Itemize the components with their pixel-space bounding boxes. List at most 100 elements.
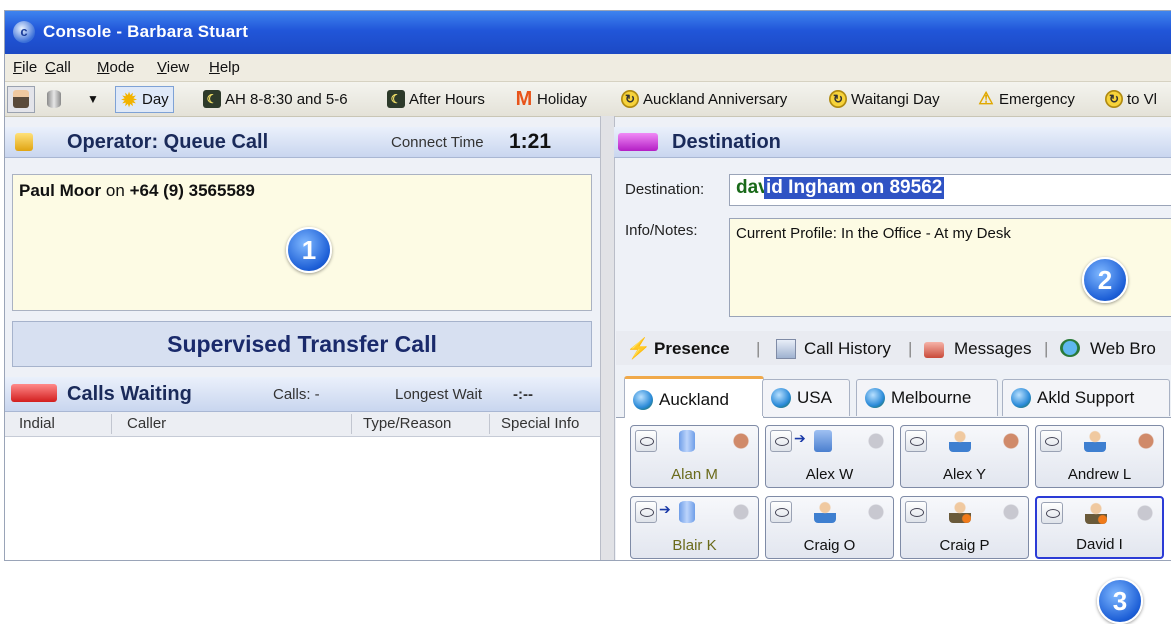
mode-auckland-anniversary-label: Auckland Anniversary [643,90,788,108]
chevron-down-icon: ▼ [87,92,99,106]
destination-title: Destination [672,131,781,153]
callout-badge-1: 1 [286,227,332,273]
presence-icon: ⚡ [626,338,651,360]
calls-waiting-header: Calls Waiting Calls: - Longest Wait -:-- [5,377,600,412]
tab-web-browser[interactable]: Web Bro [1090,339,1156,359]
tab-call-history[interactable]: Call History [804,339,891,359]
col-divider [351,414,352,434]
title-bar[interactable]: c Console - Barbara Stuart [5,11,1171,54]
menu-view[interactable]: View [157,59,189,76]
contact-name: Alex Y [942,466,987,483]
globe-icon [1011,388,1031,408]
notes-value: Current Profile: In the Office - At my D… [736,225,1011,242]
mode-waitangi-day[interactable]: ↻ Waitangi Day [829,88,940,110]
mode-auckland-anniversary[interactable]: ↻ Auckland Anniversary [621,88,787,110]
tab-divider: | [908,339,913,358]
notes-field[interactable]: Current Profile: In the Office - At my D… [729,218,1171,317]
contact-tile-selected[interactable]: David I [1035,496,1164,559]
user-icon [949,430,971,452]
col-caller[interactable]: Caller [127,415,166,432]
tab-melbourne[interactable]: Melbourne [856,379,998,416]
user-star-icon [1085,502,1107,524]
mode-holiday[interactable]: M Holiday [515,88,587,110]
user-icon [1084,430,1106,452]
mode-ah-830[interactable]: ☾ AH 8-8:30 and 5-6 [203,88,348,110]
dropdown-button[interactable]: ▼ [87,88,99,110]
globe-icon [633,389,653,410]
forward-icon: ↻ [1105,90,1123,108]
calls-waiting-list[interactable] [5,437,600,560]
contact-tile[interactable]: Alex Y [900,425,1029,488]
building-icon [814,430,832,452]
supervised-transfer-button[interactable]: Supervised Transfer Call [12,321,592,367]
menu-file[interactable]: File [13,59,37,76]
destination-selected-text: id Ingham on 89562 [764,177,945,199]
caller-number: +64 (9) 3565589 [129,181,255,200]
mode-day[interactable]: ✹ Day [115,86,174,113]
location-tabs: Auckland USA Melbourne Akld Support [616,373,1171,420]
tab-usa[interactable]: USA [762,379,850,416]
user-star-icon [949,501,971,523]
call-history-icon [776,339,796,359]
eye-icon [905,501,927,523]
callout-badge-3: 3 [1097,578,1143,624]
menu-help[interactable]: Help [209,59,240,76]
forward-icon: ↻ [621,90,639,108]
tab-divider: | [1044,339,1049,358]
tab-usa-label: USA [797,388,832,407]
mode-to-vl[interactable]: ↻ to Vl [1105,88,1157,110]
operator-icon [13,90,29,108]
callout-badge-2: 2 [1082,257,1128,303]
web-browser-icon [1060,339,1080,357]
caller-on: on [105,181,125,200]
col-divider [489,414,490,434]
phone-icon [1000,430,1022,452]
contact-tile[interactable]: Alan M [630,425,759,488]
calls-waiting-title: Calls Waiting [67,383,192,405]
eye-icon [770,430,792,452]
contact-tile[interactable]: Craig P [900,496,1029,559]
pane-splitter[interactable] [600,116,615,560]
destination-header: Destination [614,127,1171,158]
longest-wait-value: -:-- [513,386,533,403]
notes-label: Info/Notes: [625,222,698,239]
connect-time-label: Connect Time [391,134,484,151]
phone-icon [730,430,752,452]
app-icon: c [13,21,35,43]
menu-mode[interactable]: Mode [97,59,135,76]
operator-button[interactable] [7,86,35,113]
database-icon [47,90,61,108]
database-phone-icon [679,430,695,452]
mode-after-hours[interactable]: ☾ After Hours [387,88,485,110]
tab-divider: | [756,339,761,358]
moon-icon: ☾ [387,90,405,108]
tab-auckland[interactable]: Auckland [624,376,764,420]
operator-queue-icon [15,133,33,151]
phone-icon [730,501,752,523]
tab-presence[interactable]: Presence [654,339,730,359]
contact-tile[interactable]: ➔ Alex W [765,425,894,488]
user-icon [814,501,836,523]
tab-auckland-label: Auckland [659,389,729,409]
destination-label: Destination: [625,181,705,198]
col-indial[interactable]: Indial [19,415,55,432]
tab-messages[interactable]: Messages [954,339,1031,359]
eye-icon [635,501,657,523]
phone-icon [1135,430,1157,452]
window-title: Console - Barbara Stuart [43,22,249,41]
phone-icon [865,501,887,523]
col-special-info[interactable]: Special Info [501,415,579,432]
tab-akld-support[interactable]: Akld Support [1002,379,1170,416]
contact-tile[interactable]: Andrew L [1035,425,1164,488]
menu-call[interactable]: Call [45,59,71,76]
destination-input[interactable]: dav id Ingham on 89562 [729,174,1171,206]
moon-icon: ☾ [203,90,221,108]
contact-tile[interactable]: Craig O [765,496,894,559]
database-button[interactable] [47,88,65,110]
panel-tabs: ⚡ Presence | Call History | Messages | W… [616,331,1171,365]
mode-emergency[interactable]: ⚠ Emergency [977,88,1075,110]
longest-wait-label: Longest Wait [395,386,482,403]
contact-tile[interactable]: ➔ Blair K [630,496,759,559]
col-type-reason[interactable]: Type/Reason [363,415,451,432]
connect-time-value: 1:21 [509,130,552,153]
